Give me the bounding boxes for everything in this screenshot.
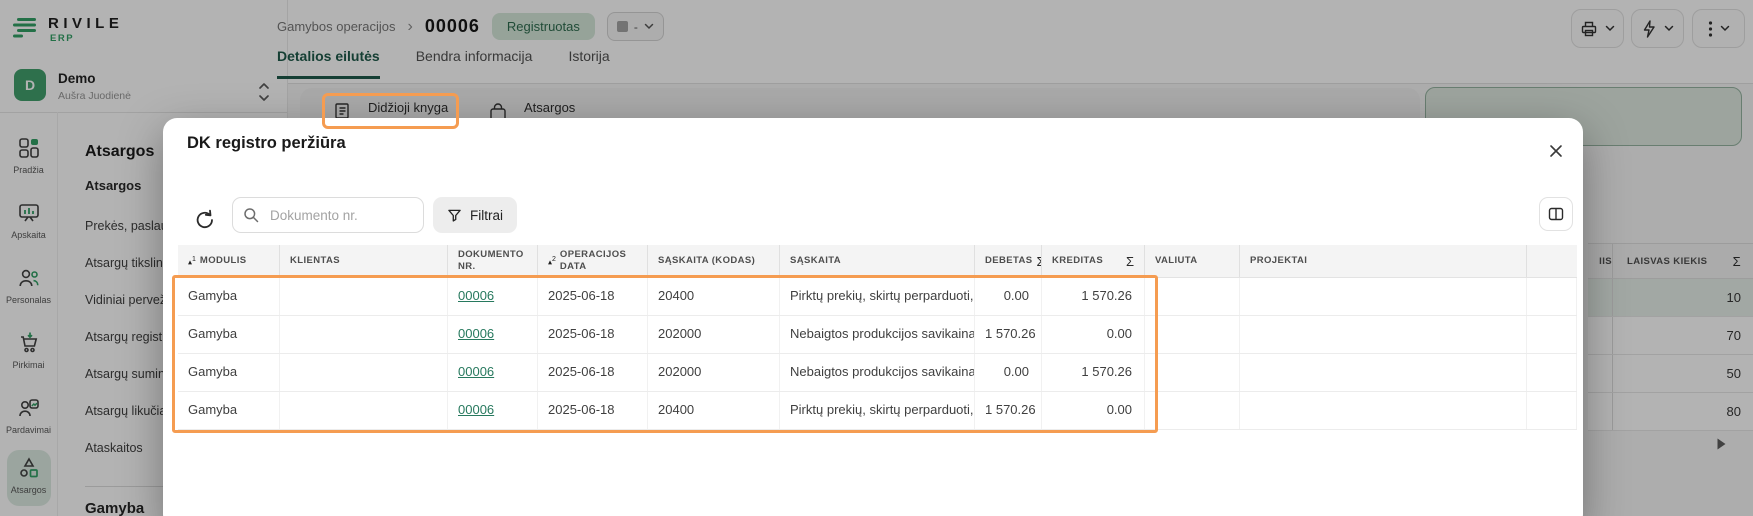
table-cell: 20400 bbox=[648, 278, 780, 315]
refresh-icon bbox=[196, 209, 213, 229]
column-header-debetas[interactable]: DEBETASΣ bbox=[975, 245, 1042, 277]
app-screen: RIVILE ERP D Demo Aušra Juodienė Pradžia… bbox=[0, 0, 1753, 516]
document-link[interactable]: 00006 bbox=[458, 288, 494, 303]
column-label: OPERACIJOS DATA bbox=[559, 249, 627, 272]
sum-icon[interactable]: Σ bbox=[1126, 254, 1134, 269]
table-cell: Gamyba bbox=[178, 392, 280, 429]
table-cell: Gamyba bbox=[178, 354, 280, 391]
table-cell: Nebaigtos produkcijos savikaina bbox=[780, 316, 975, 353]
table-cell bbox=[280, 316, 448, 353]
column-label: SĄSKAITA bbox=[790, 255, 842, 267]
table-cell: Gamyba bbox=[178, 278, 280, 315]
document-link[interactable]: 00006 bbox=[458, 402, 494, 417]
column-label: PROJEKTAI bbox=[1250, 255, 1308, 267]
column-label: KREDITAS bbox=[1052, 255, 1104, 267]
document-link[interactable]: 00006 bbox=[458, 364, 494, 379]
table-cell: 2025-06-18 bbox=[538, 354, 648, 391]
table-cell: 2025-06-18 bbox=[538, 392, 648, 429]
table-cell bbox=[280, 354, 448, 391]
column-header-dokumento-nr-[interactable]: DOKUMENTO NR. bbox=[448, 245, 538, 277]
dk-register-table: ▴1 MODULIS KLIENTAS DOKUMENTO NR. ▴2 OPERACIJ… bbox=[178, 245, 1577, 430]
table-cell bbox=[280, 278, 448, 315]
table-cell bbox=[1240, 278, 1527, 315]
table-cell: 00006 bbox=[448, 354, 538, 391]
refresh-button[interactable] bbox=[193, 208, 217, 232]
table-cell: Pirktų prekių, skirtų perparduoti, įsigi… bbox=[780, 278, 975, 315]
modal-title: DK registro peržiūra bbox=[187, 134, 346, 152]
filter-funnel-icon bbox=[448, 209, 461, 222]
column-label: MODULIS bbox=[199, 255, 247, 267]
column-header-kreditas[interactable]: KREDITAS Σ bbox=[1042, 245, 1145, 277]
table-cell: 0.00 bbox=[975, 278, 1042, 315]
column-header-empty[interactable] bbox=[1527, 245, 1577, 277]
table-cell bbox=[1240, 354, 1527, 391]
table-cell: 00006 bbox=[448, 278, 538, 315]
column-header-sąskaita[interactable]: SĄSKAITA bbox=[780, 245, 975, 277]
sort-indicator: ▴2 bbox=[548, 255, 556, 267]
table-cell: 202000 bbox=[648, 354, 780, 391]
filter-button[interactable]: Filtrai bbox=[433, 197, 517, 233]
column-label: KLIENTAS bbox=[290, 255, 340, 267]
table-row[interactable]: Gamyba 00006 2025-06-18 202000 Nebaigtos pro… bbox=[178, 316, 1577, 354]
table-cell: 2025-06-18 bbox=[538, 316, 648, 353]
column-label: SĄSKAITA (KODAS) bbox=[658, 255, 756, 267]
table-cell bbox=[1527, 278, 1577, 315]
column-header-klientas[interactable]: KLIENTAS bbox=[280, 245, 448, 277]
table-cell bbox=[1240, 316, 1527, 353]
columns-icon bbox=[1548, 207, 1564, 221]
table-cell: 20400 bbox=[648, 392, 780, 429]
table-cell bbox=[1527, 316, 1577, 353]
table-cell bbox=[1145, 316, 1240, 353]
table-cell: 1 570.26 bbox=[975, 392, 1042, 429]
sort-indicator: ▴1 bbox=[188, 255, 196, 267]
column-header-sąskaita-kodas-[interactable]: SĄSKAITA (KODAS) bbox=[648, 245, 780, 277]
table-cell bbox=[1145, 278, 1240, 315]
table-cell: 1 570.26 bbox=[975, 316, 1042, 353]
search-input[interactable] bbox=[268, 206, 413, 224]
table-row[interactable]: Gamyba 00006 2025-06-18 202000 Nebaigtos pro… bbox=[178, 354, 1577, 392]
table-cell: 1 570.26 bbox=[1042, 354, 1145, 391]
table-cell: 202000 bbox=[648, 316, 780, 353]
column-header-modulis[interactable]: ▴1 MODULIS bbox=[178, 245, 280, 277]
table-cell bbox=[1240, 392, 1527, 429]
search-box bbox=[232, 197, 424, 233]
table-row[interactable]: Gamyba 00006 2025-06-18 20400 Pirktų prekių,… bbox=[178, 392, 1577, 430]
table-cell: 0.00 bbox=[975, 354, 1042, 391]
dk-register-modal: DK registro peržiūra Filtrai bbox=[163, 118, 1583, 516]
search-icon bbox=[244, 208, 259, 223]
table-cell: Pirktų prekių, skirtų perparduoti, įsigi… bbox=[780, 392, 975, 429]
table-body: Gamyba 00006 2025-06-18 20400 Pirktų prekių,… bbox=[178, 278, 1577, 430]
table-cell: 2025-06-18 bbox=[538, 278, 648, 315]
table-cell: Nebaigtos produkcijos savikaina bbox=[780, 354, 975, 391]
table-cell bbox=[1527, 392, 1577, 429]
column-label: DOKUMENTO NR. bbox=[458, 249, 524, 272]
column-header-operacijos-data[interactable]: ▴2 OPERACIJOS DATA bbox=[538, 245, 648, 277]
table-cell bbox=[1145, 354, 1240, 391]
table-cell: Gamyba bbox=[178, 316, 280, 353]
close-button[interactable] bbox=[1545, 140, 1567, 162]
table-row[interactable]: Gamyba 00006 2025-06-18 20400 Pirktų prekių,… bbox=[178, 278, 1577, 316]
table-cell bbox=[1145, 392, 1240, 429]
column-label: DEBETAS bbox=[985, 255, 1033, 267]
table-cell bbox=[1527, 354, 1577, 391]
document-link[interactable]: 00006 bbox=[458, 326, 494, 341]
table-cell: 00006 bbox=[448, 316, 538, 353]
table-cell bbox=[280, 392, 448, 429]
table-cell: 0.00 bbox=[1042, 316, 1145, 353]
column-settings-button[interactable] bbox=[1539, 197, 1573, 231]
table-cell: 00006 bbox=[448, 392, 538, 429]
close-icon bbox=[1550, 145, 1562, 157]
column-header-projektai[interactable]: PROJEKTAI bbox=[1240, 245, 1527, 277]
table-cell: 0.00 bbox=[1042, 392, 1145, 429]
table-cell: 1 570.26 bbox=[1042, 278, 1145, 315]
column-label: VALIUTA bbox=[1155, 255, 1198, 267]
table-header-row: ▴1 MODULIS KLIENTAS DOKUMENTO NR. ▴2 OPERACIJ… bbox=[178, 245, 1577, 278]
column-header-valiuta[interactable]: VALIUTA bbox=[1145, 245, 1240, 277]
